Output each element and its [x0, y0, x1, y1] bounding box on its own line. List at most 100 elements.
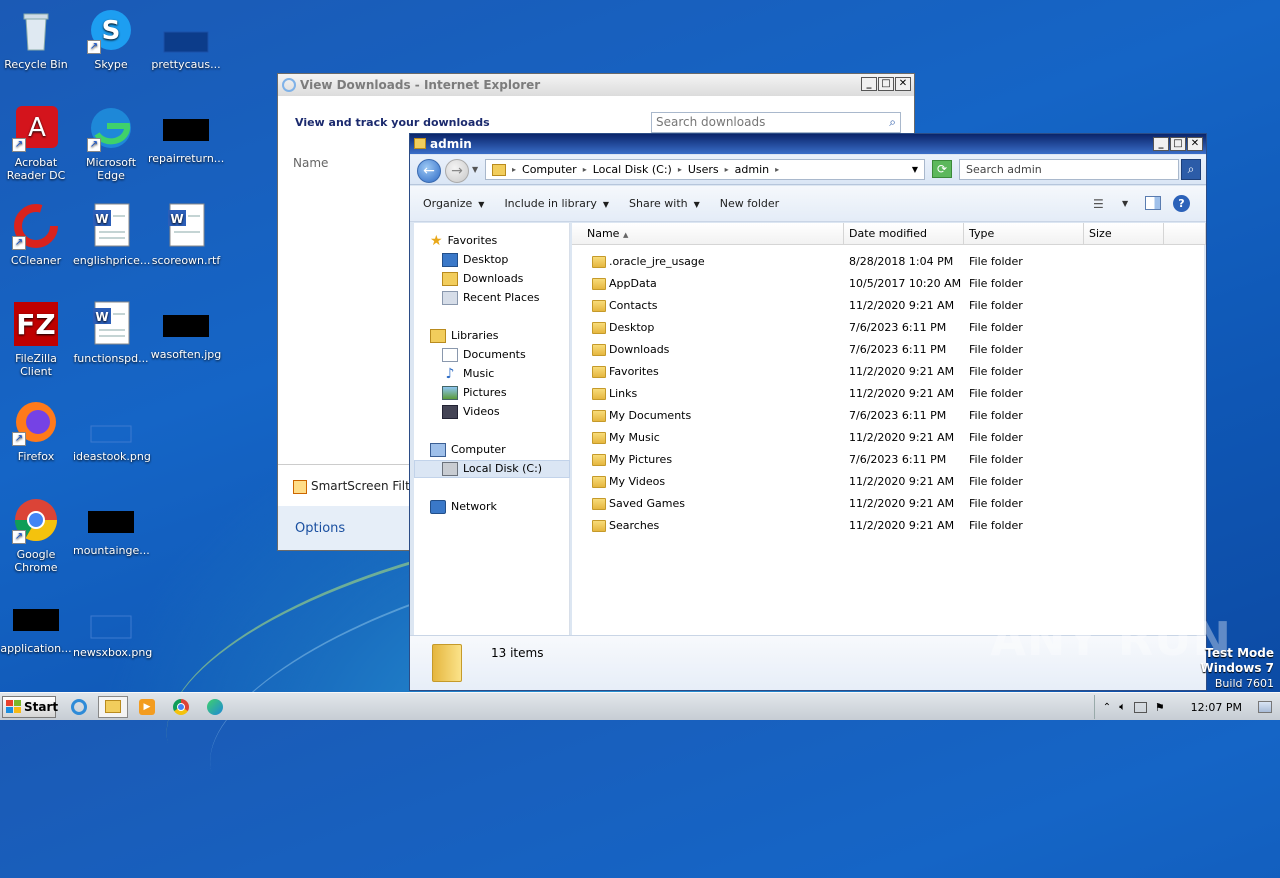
breadcrumb-admin[interactable]: admin — [735, 163, 769, 176]
options-link[interactable]: Options — [295, 521, 345, 536]
breadcrumb-separator[interactable]: ▸ — [725, 165, 729, 174]
breadcrumb-separator[interactable]: ▸ — [583, 165, 587, 174]
close-button[interactable]: ✕ — [1187, 137, 1203, 151]
desktop-icon-mountainge[interactable]: mountainge... — [73, 496, 150, 557]
desktop-icon-firefox[interactable]: ↗ Firefox — [0, 398, 74, 463]
show-desktop-button[interactable] — [1258, 701, 1272, 713]
search-icon[interactable]: ⌕ — [1181, 159, 1201, 180]
taskbar-explorer[interactable] — [98, 695, 128, 718]
address-dropdown[interactable]: ▼ — [912, 165, 918, 174]
table-row[interactable]: My Pictures 7/6/2023 6:11 PM File folder — [572, 449, 1204, 471]
breadcrumb-local-disk[interactable]: Local Disk (C:) — [593, 163, 672, 176]
nav-computer[interactable]: Computer — [430, 441, 506, 459]
table-row[interactable]: Saved Games 11/2/2020 9:21 AM File folder — [572, 493, 1204, 515]
address-breadcrumb[interactable]: ▸ Computer ▸ Local Disk (C:) ▸ Users ▸ a… — [485, 159, 925, 180]
clock[interactable]: 12:07 PM — [1191, 701, 1242, 714]
table-row[interactable]: Searches 11/2/2020 9:21 AM File folder — [572, 515, 1204, 537]
desktop-icon-prettycaus[interactable]: prettycaus... — [148, 6, 224, 71]
nav-libraries[interactable]: Libraries — [430, 327, 499, 345]
view-dropdown-icon[interactable]: ▼ — [1122, 199, 1128, 208]
organize-menu[interactable]: Organize ▼ — [423, 197, 484, 210]
table-row[interactable]: Favorites 11/2/2020 9:21 AM File folder — [572, 361, 1204, 383]
share-with-menu[interactable]: Share with ▼ — [629, 197, 700, 210]
column-header-extra[interactable] — [1164, 223, 1206, 245]
desktop-icon-ideastook[interactable]: ideastook.png — [73, 398, 151, 463]
forward-button[interactable]: → — [445, 159, 469, 183]
preview-pane-icon[interactable] — [1145, 196, 1161, 210]
breadcrumb-separator[interactable]: ▸ — [678, 165, 682, 174]
nav-network[interactable]: Network — [430, 498, 497, 516]
include-in-library-menu[interactable]: Include in library ▼ — [504, 197, 609, 210]
close-button[interactable]: ✕ — [895, 77, 911, 91]
desktop-icon-englishprice[interactable]: W englishprice... — [73, 202, 150, 267]
taskbar-chrome[interactable] — [166, 696, 196, 718]
taskbar-internet-explorer[interactable] — [64, 696, 94, 718]
table-row[interactable]: Downloads 7/6/2023 6:11 PM File folder — [572, 339, 1204, 361]
change-view-icon[interactable]: ☰ — [1093, 197, 1104, 211]
maximize-button[interactable]: □ — [1170, 137, 1186, 151]
ie-titlebar[interactable]: View Downloads - Internet Explorer _ □ ✕ — [278, 74, 914, 96]
table-row[interactable]: My Documents 7/6/2023 6:11 PM File folder — [572, 405, 1204, 427]
desktop-icon-acrobat[interactable]: A ↗ Acrobat Reader DC — [0, 104, 74, 182]
table-row[interactable]: AppData 10/5/2017 10:20 AM File folder — [572, 273, 1204, 295]
column-header-name[interactable]: Name ▲ — [572, 223, 844, 245]
nav-favorites[interactable]: ★ Favorites — [430, 232, 497, 250]
column-header-size[interactable]: Size — [1084, 223, 1164, 245]
recent-pages-dropdown[interactable]: ▼ — [472, 165, 478, 174]
table-row[interactable]: Desktop 7/6/2023 6:11 PM File folder — [572, 317, 1204, 339]
file-date: 7/6/2023 6:11 PM — [849, 343, 947, 356]
refresh-button[interactable]: ⟳ — [932, 160, 952, 178]
desktop-icon-application[interactable]: application... — [0, 594, 74, 655]
column-header-type[interactable]: Type — [964, 223, 1084, 245]
downloads-column-name[interactable]: Name — [293, 156, 328, 170]
table-row[interactable]: My Videos 11/2/2020 9:21 AM File folder — [572, 471, 1204, 493]
action-center-flag-icon[interactable]: ⚑ — [1155, 701, 1165, 714]
desktop-icon-newsxbox[interactable]: newsxbox.png — [73, 594, 152, 659]
desktop-icon-edge[interactable]: ↗ Microsoft Edge — [73, 104, 149, 182]
breadcrumb-users[interactable]: Users — [688, 163, 719, 176]
nav-music[interactable]: ♪ Music — [442, 365, 495, 383]
help-icon[interactable]: ? — [1173, 195, 1190, 212]
breadcrumb-separator[interactable]: ▸ — [512, 165, 516, 174]
smartscreen-link[interactable]: SmartScreen Filte — [293, 479, 417, 494]
desktop-icon-wasoften[interactable]: wasoften.jpg — [148, 300, 224, 361]
desktop-icon-chrome[interactable]: ↗ Google Chrome — [0, 496, 74, 574]
desktop-icon-functionspd[interactable]: W functionspd... — [73, 300, 149, 365]
nav-desktop[interactable]: Desktop — [442, 251, 508, 269]
new-folder-button[interactable]: New folder — [720, 197, 779, 210]
show-hidden-icons[interactable]: ⌃ — [1103, 702, 1111, 713]
explorer-search-input[interactable]: Search admin — [959, 159, 1179, 180]
minimize-button[interactable]: _ — [1153, 137, 1169, 151]
breadcrumb-separator[interactable]: ▸ — [775, 165, 779, 174]
desktop-icon-recycle-bin[interactable]: Recycle Bin — [0, 6, 74, 71]
explorer-titlebar[interactable]: admin _ □ ✕ — [410, 134, 1206, 154]
desktop-icon-scoreown[interactable]: W scoreown.rtf — [148, 202, 224, 267]
downloads-search-input[interactable]: Search downloads ⌕ — [651, 112, 901, 133]
search-icon[interactable]: ⌕ — [889, 113, 896, 132]
desktop-icon-skype[interactable]: S ↗ Skype — [73, 6, 149, 71]
nav-downloads[interactable]: Downloads — [442, 270, 523, 288]
column-header-date[interactable]: Date modified — [844, 223, 964, 245]
desktop-icon-repairreturn[interactable]: repairreturn... — [148, 104, 224, 165]
taskbar-edge[interactable] — [200, 696, 230, 718]
table-row[interactable]: Links 11/2/2020 9:21 AM File folder — [572, 383, 1204, 405]
breadcrumb-computer[interactable]: Computer — [522, 163, 577, 176]
file-type: File folder — [969, 497, 1023, 510]
nav-local-disk[interactable]: Local Disk (C:) — [414, 460, 570, 478]
table-row[interactable]: .oracle_jre_usage 8/28/2018 1:04 PM File f… — [572, 251, 1204, 273]
back-button[interactable]: ← — [417, 159, 441, 183]
nav-documents[interactable]: Documents — [442, 346, 526, 364]
desktop-icon-filezilla[interactable]: FZ FileZilla Client — [0, 300, 74, 378]
nav-pictures[interactable]: Pictures — [442, 384, 507, 402]
nav-recent-places[interactable]: Recent Places — [442, 289, 540, 307]
minimize-button[interactable]: _ — [861, 77, 877, 91]
maximize-button[interactable]: □ — [878, 77, 894, 91]
nav-videos[interactable]: Videos — [442, 403, 500, 421]
volume-icon[interactable]: 🔈︎ — [1119, 700, 1126, 714]
table-row[interactable]: Contacts 11/2/2020 9:21 AM File folder — [572, 295, 1204, 317]
desktop-icon-ccleaner[interactable]: ↗ CCleaner — [0, 202, 74, 267]
taskbar-media-player[interactable]: ▶ — [132, 696, 162, 718]
table-row[interactable]: My Music 11/2/2020 9:21 AM File folder — [572, 427, 1204, 449]
start-button[interactable]: Start — [2, 695, 58, 718]
network-tray-icon[interactable] — [1133, 701, 1147, 713]
